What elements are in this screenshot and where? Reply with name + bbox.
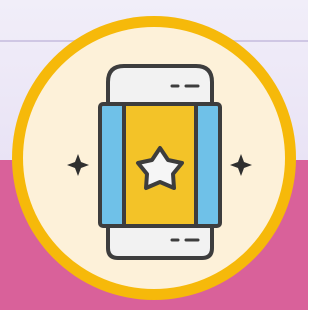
eraser-icon <box>98 64 222 260</box>
eraser-badge <box>12 16 296 300</box>
eraser-bottom-cap <box>106 224 214 260</box>
